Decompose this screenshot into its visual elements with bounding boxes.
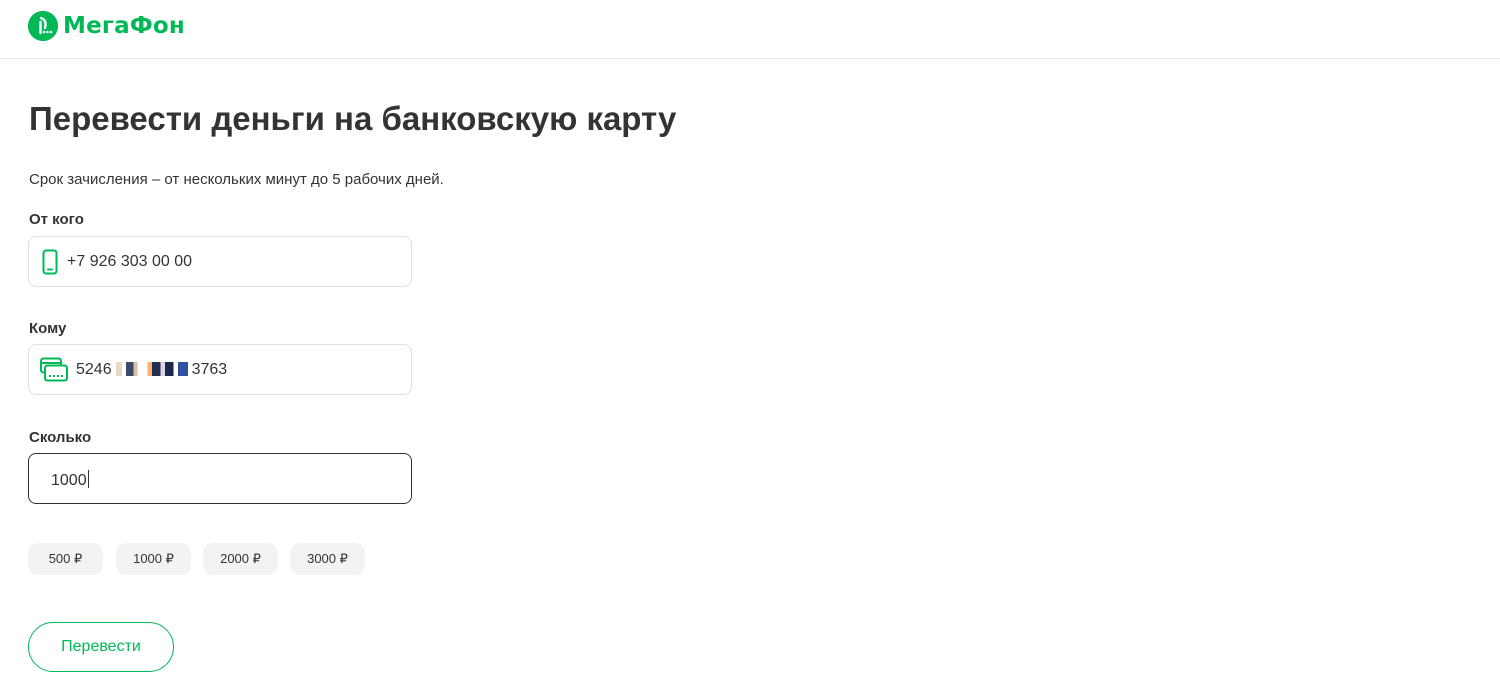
from-label: От кого (29, 211, 84, 228)
transfer-button[interactable]: Перевести (28, 622, 174, 672)
amount-value: 1000 (51, 470, 89, 490)
card-number-prefix: 5246 (76, 361, 112, 378)
megafon-logo[interactable]: МегаФон (28, 10, 185, 42)
card-number-mask (115, 362, 188, 376)
page-subtitle: Срок зачисления – от нескольких минут до… (29, 171, 444, 188)
quick-amount-500[interactable]: 500 ₽ (28, 543, 103, 575)
to-label: Кому (29, 320, 67, 337)
page-title: Перевести деньги на банковскую карту (29, 100, 677, 137)
to-card-value: 5246 3763 (76, 361, 227, 379)
megafon-logo-icon (28, 11, 58, 41)
megafon-logo-text: МегаФон (63, 13, 185, 39)
phone-icon (42, 249, 58, 280)
header: МегаФон (0, 0, 1500, 59)
card-icon (40, 357, 68, 388)
quick-amount-3000[interactable]: 3000 ₽ (290, 543, 365, 575)
from-phone-field[interactable]: +7 926 303 00 00 (28, 236, 412, 287)
amount-input[interactable]: 1000 (28, 453, 412, 504)
quick-amount-1000[interactable]: 1000 ₽ (116, 543, 191, 575)
quick-amount-2000[interactable]: 2000 ₽ (203, 543, 278, 575)
from-phone-value: +7 926 303 00 00 (67, 253, 193, 270)
amount-label: Сколько (29, 429, 92, 446)
to-card-field[interactable]: 5246 3763 (28, 344, 412, 395)
text-caret (87, 470, 89, 488)
card-number-suffix: 3763 (191, 361, 228, 378)
amount-value-text: 1000 (51, 472, 87, 489)
